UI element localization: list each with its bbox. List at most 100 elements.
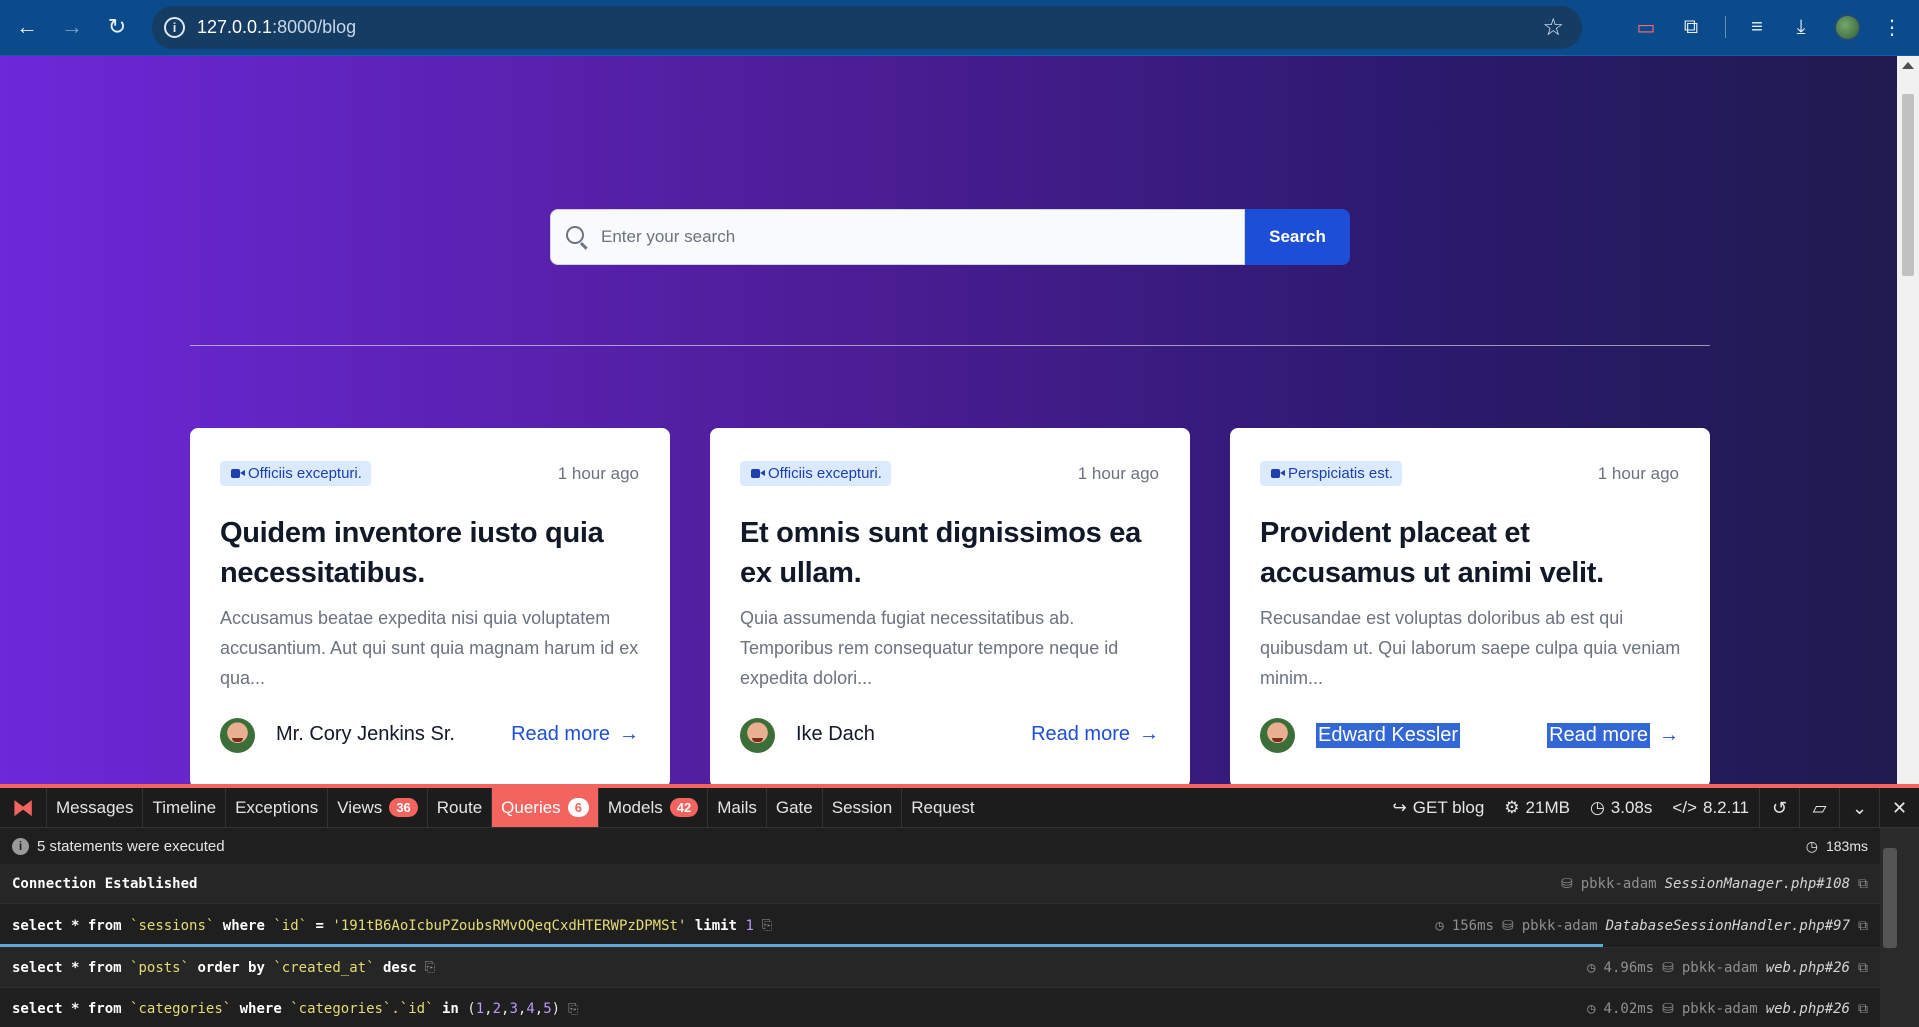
query-meta: ◷ 4.96ms ⛁ pbkk-adam web.php#26 ⧉ (1587, 960, 1868, 976)
address-bar[interactable]: i 127.0.0.1:8000/blog ☆ (152, 6, 1582, 49)
author-name[interactable]: Ike Dach (796, 723, 875, 746)
external-link-icon[interactable]: ⧉ (1858, 960, 1868, 976)
author-avatar (1260, 718, 1295, 753)
category-badge[interactable]: Officiis excepturi. (740, 461, 891, 486)
bookmark-star-icon[interactable]: ☆ (1542, 13, 1564, 42)
scrollbar-thumb[interactable] (1902, 94, 1914, 276)
close-icon[interactable]: ✕ (1879, 788, 1919, 828)
sql-comma: , (517, 1001, 527, 1017)
external-link-icon[interactable]: ⧉ (1858, 1001, 1868, 1017)
site-info-icon[interactable]: i (164, 17, 185, 38)
summary-time: 183ms (1825, 838, 1868, 854)
search-form: Search (550, 209, 1350, 265)
query-duration: 156ms (1451, 917, 1494, 934)
reload-icon[interactable]: ↻ (100, 10, 134, 44)
request-stat[interactable]: ↪ GET blog (1383, 788, 1495, 828)
chevron-down-icon[interactable]: ⌄ (1839, 788, 1879, 828)
url-text[interactable]: 127.0.0.1:8000/blog (197, 17, 356, 38)
post-time: 1 hour ago (1597, 464, 1679, 483)
category-label: Officiis excepturi. (248, 465, 362, 482)
sql-identifier: `created_at` (273, 959, 375, 976)
copy-icon[interactable]: ⎘ (762, 918, 772, 933)
tab-session[interactable]: Session (821, 788, 901, 827)
tab-views[interactable]: Views 36 (327, 788, 427, 827)
read-more-link[interactable]: Read more → (511, 723, 639, 746)
search-field[interactable] (550, 209, 1245, 265)
author-name[interactable]: Mr. Cory Jenkins Sr. (276, 723, 455, 746)
time-stat[interactable]: ◷ 3.08s (1580, 788, 1662, 828)
query-meta: ◷ 156ms ⛁ pbkk-adam DatabaseSessionHandl… (1435, 918, 1868, 934)
post-card: Officiis excepturi. 1 hour ago Quidem in… (190, 428, 670, 784)
author-name[interactable]: Edward Kessler (1316, 723, 1461, 748)
tab-label: Queries (501, 797, 561, 817)
blog-page: Search Officiis excepturi. 1 hour ago Qu… (0, 56, 1897, 784)
profile-avatar[interactable] (1834, 14, 1861, 41)
sql-operator: = (315, 917, 324, 934)
post-excerpt: Recusandae est voluptas doloribus ab est… (1260, 608, 1681, 688)
count-badge: 36 (389, 798, 418, 817)
post-time: 1 hour ago (1077, 464, 1159, 483)
video-icon (231, 469, 245, 478)
scroll-up-icon[interactable] (1902, 62, 1914, 69)
tab-label: Mails (717, 797, 757, 817)
tab-timeline[interactable]: Timeline (142, 788, 225, 827)
summary-meta: ◷ 183ms (1806, 838, 1868, 855)
db-name: pbkk-adam (1521, 917, 1598, 934)
tab-queries[interactable]: Queries 6 (491, 788, 598, 827)
menu-kebab-icon[interactable]: ⋮ (1877, 12, 1907, 42)
tab-mails[interactable]: Mails (707, 788, 766, 827)
query-row[interactable]: select * from `sessions` where `id` = '1… (0, 904, 1880, 948)
category-badge[interactable]: Officiis excepturi. (220, 461, 371, 486)
extensions-icon[interactable]: ⧉ (1676, 12, 1706, 42)
post-card: Officiis excepturi. 1 hour ago Et omnis … (710, 428, 1190, 784)
tab-label: Request (911, 797, 975, 817)
category-badge[interactable]: Perspiciatis est. (1260, 461, 1403, 486)
tab-exceptions[interactable]: Exceptions (225, 788, 327, 827)
copy-icon[interactable]: ⎘ (568, 1002, 578, 1017)
search-input[interactable] (601, 210, 1221, 264)
laravel-logo-icon[interactable]: ⧓ (0, 788, 46, 827)
memory-value: 21MB (1525, 798, 1570, 817)
sql-identifier: `posts` (130, 959, 190, 976)
sql-number: 1 (745, 917, 754, 934)
category-label: Officiis excepturi. (768, 465, 882, 482)
forward-icon[interactable]: → (55, 10, 89, 44)
query-row[interactable]: Connection Established ⛁ pbkk-adam Sessi… (0, 864, 1880, 904)
tab-messages[interactable]: Messages (46, 788, 142, 827)
read-more-label: Read more (1547, 723, 1650, 748)
download-icon[interactable]: ⤓ (1786, 12, 1816, 42)
tab-models[interactable]: Models 42 (597, 788, 707, 827)
php-version: 8.2.11 (1702, 798, 1749, 817)
external-link-icon[interactable]: ⧉ (1858, 918, 1868, 934)
sql-comma: , (484, 1001, 493, 1017)
arrow-right-icon: → (1139, 723, 1159, 745)
tab-route[interactable]: Route (426, 788, 491, 827)
debugbar-scrollbar[interactable] (1880, 828, 1919, 1027)
tab-gate[interactable]: Gate (765, 788, 822, 827)
media-controls-icon[interactable]: ≡ (1742, 12, 1772, 42)
database-icon: ⛁ (1662, 959, 1674, 976)
sql-keyword: select (12, 1001, 63, 1017)
read-more-link[interactable]: Read more → (1547, 723, 1679, 748)
tab-label: Messages (56, 797, 134, 817)
read-more-link[interactable]: Read more → (1031, 723, 1159, 746)
cast-icon[interactable]: ▭ (1631, 12, 1661, 42)
scrollbar-thumb[interactable] (1883, 848, 1897, 948)
back-icon[interactable]: ← (10, 10, 44, 44)
page-scrollbar[interactable] (1897, 56, 1919, 784)
external-link-icon[interactable]: ⧉ (1858, 876, 1868, 892)
copy-icon[interactable]: ⎘ (425, 960, 435, 975)
history-icon[interactable]: ↺ (1759, 788, 1799, 828)
query-meta: ◷ 4.02ms ⛁ pbkk-adam web.php#26 ⧉ (1587, 1001, 1868, 1017)
post-title[interactable]: Provident placeat et accusamus ut animi … (1260, 513, 1680, 593)
query-row[interactable]: select * from `posts` order by `created_… (0, 948, 1880, 988)
search-button[interactable]: Search (1245, 209, 1350, 265)
tab-request[interactable]: Request (901, 788, 983, 827)
query-row[interactable]: select * from `categories` where `catego… (0, 988, 1880, 1027)
post-title[interactable]: Quidem inventore iusto quia necessitatib… (220, 513, 640, 593)
post-title[interactable]: Et omnis sunt dignissimos ea ex ullam. (740, 513, 1160, 593)
debugbar-header: ⧓ Messages Timeline Exceptions Views 36 R… (0, 788, 1919, 828)
sql-number: 3 (509, 1001, 518, 1017)
folder-open-icon[interactable]: ▱ (1799, 788, 1839, 828)
sql-comma: , (501, 1001, 510, 1017)
